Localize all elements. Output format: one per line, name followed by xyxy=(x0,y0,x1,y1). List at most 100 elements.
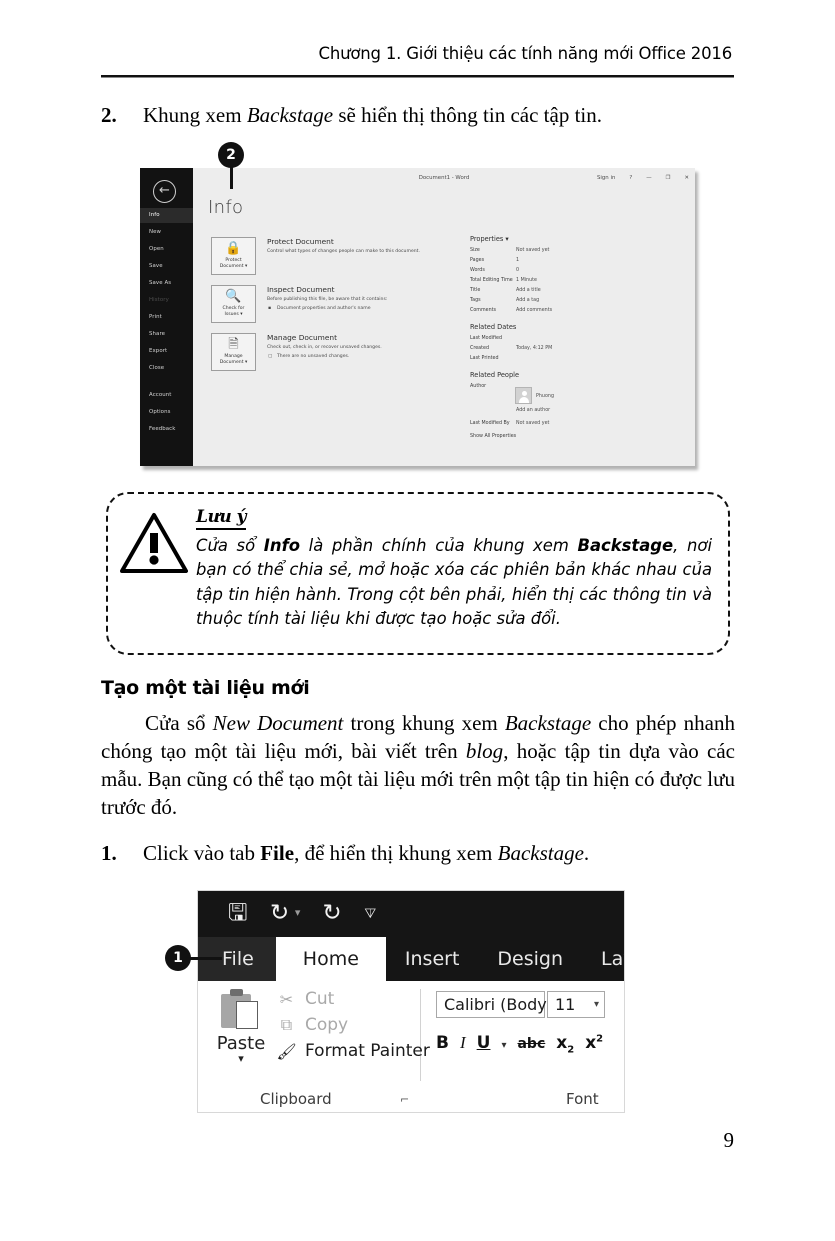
property-label-words: Words xyxy=(470,268,485,273)
tab-design[interactable]: Design xyxy=(478,937,582,981)
last-modified-by-label: Last Modified By xyxy=(470,421,510,426)
customize-qat-icon[interactable]: ⩥ xyxy=(355,907,383,918)
sidebar-item-print[interactable]: Print xyxy=(140,310,193,325)
tab-layout[interactable]: Layout xyxy=(582,937,624,981)
sidebar-item-info[interactable]: Info xyxy=(140,208,193,223)
note-emphasis-backstage: Backstage xyxy=(577,536,674,555)
emphasis-backstage-3: Backstage xyxy=(497,841,584,865)
format-painter-button[interactable]: 🖌 Format Painter xyxy=(276,1041,429,1061)
tab-home[interactable]: Home xyxy=(275,937,386,981)
list-item-text: Khung xem Backstage sẽ hiển thị thông ti… xyxy=(143,103,602,127)
show-all-properties-link[interactable]: Show All Properties xyxy=(470,434,516,439)
property-value-size: Not saved yet xyxy=(516,248,550,253)
property-value-title[interactable]: Add a title xyxy=(516,288,541,293)
property-value-tags[interactable]: Add a tag xyxy=(516,298,539,303)
callout-badge-2-label: 2 xyxy=(226,147,236,163)
page-header: Chương 1. Giới thiệu các tính năng mới O… xyxy=(101,44,734,63)
scissors-icon: ✂ xyxy=(279,989,294,1009)
bold-button[interactable]: B xyxy=(436,1033,449,1053)
back-arrow-icon[interactable]: ← xyxy=(153,180,176,203)
properties-heading[interactable]: Properties ▾ xyxy=(470,235,509,243)
manage-document-desc: Check out, check in, or recover unsaved … xyxy=(267,345,382,350)
manage-document-button[interactable]: 🗎 Manage Document ▾ xyxy=(211,333,256,371)
paste-label: Paste xyxy=(216,1033,266,1054)
tab-insert[interactable]: Insert xyxy=(386,937,479,981)
sidebar-item-options[interactable]: Options xyxy=(140,405,193,420)
check-for-issues-button[interactable]: 🔍 Check for Issues ▾ xyxy=(211,285,256,323)
clipboard-dialog-launcher-icon[interactable]: ⌐ xyxy=(400,1093,409,1106)
protect-document-title: Protect Document xyxy=(267,237,334,246)
paste-button[interactable]: Paste ▾ xyxy=(210,989,272,1065)
sidebar-item-share[interactable]: Share xyxy=(140,327,193,342)
callout-badge-2: 2 xyxy=(218,142,244,189)
inspect-document-title: Inspect Document xyxy=(267,285,335,294)
section-paragraph: Cửa sổ New Document trong khung xem Back… xyxy=(101,711,735,819)
author-label: Author xyxy=(470,384,487,389)
italic-button[interactable]: I xyxy=(460,1033,466,1053)
related-people-heading: Related People xyxy=(470,371,520,379)
redo-icon[interactable]: ↻ xyxy=(322,899,341,927)
strikethrough-button[interactable]: abc xyxy=(517,1036,545,1052)
sidebar-item-account[interactable]: Account xyxy=(140,388,193,403)
sidebar-item-new[interactable]: New xyxy=(140,225,193,240)
add-an-author-button[interactable]: Add an author xyxy=(516,408,550,413)
sidebar-item-export[interactable]: Export xyxy=(140,344,193,359)
callout-badge-1-label: 1 xyxy=(173,950,183,966)
figure-ribbon-screenshot: 🖫 ↺ ▾ ↻ ⩥ File Home Insert Design Layout… xyxy=(197,890,625,1113)
page-header-text: Chương 1. Giới thiệu các tính năng mới O… xyxy=(318,44,733,63)
header-divider xyxy=(101,75,734,78)
emphasis-new-document: New Document xyxy=(212,711,344,735)
help-icon[interactable]: ? xyxy=(629,170,632,186)
property-value-comments[interactable]: Add comments xyxy=(516,308,552,313)
undo-icon[interactable]: ↺ xyxy=(270,899,289,927)
emphasis-blog: blog xyxy=(465,738,504,763)
inspect-document-desc: Before publishing this file, be aware th… xyxy=(267,297,388,302)
backstage-heading: Info xyxy=(208,197,244,218)
unsaved-changes-icon: ▢ xyxy=(268,354,273,359)
font-size-combobox[interactable]: 11 ▾ xyxy=(547,991,605,1018)
property-label-tags: Tags xyxy=(470,298,481,303)
list-item: 2. Khung xem Backstage sẽ hiển thị thông… xyxy=(101,101,734,129)
property-label-title: Title xyxy=(470,288,481,293)
underline-button[interactable]: U xyxy=(477,1033,491,1053)
lock-icon: 🔒 xyxy=(225,241,242,256)
font-size-value: 11 xyxy=(555,995,576,1014)
sidebar-item-open[interactable]: Open xyxy=(140,242,193,257)
emphasis-backstage: Backstage xyxy=(246,103,334,127)
property-value-editing-time: 1 Minute xyxy=(516,278,537,283)
note-title: Lưu ý xyxy=(196,507,246,530)
protect-document-button[interactable]: 🔒 Protect Document ▾ xyxy=(211,237,256,275)
callout-stem xyxy=(230,167,233,189)
related-date-value-created: Today, 4:12 PM xyxy=(516,346,553,351)
protect-document-card-label: Protect Document ▾ xyxy=(219,258,248,270)
close-icon[interactable]: ✕ xyxy=(684,170,689,186)
font-name-combobox[interactable]: Calibri (Body) ▾ xyxy=(436,991,564,1018)
superscript-button[interactable]: x2 xyxy=(585,1033,603,1053)
cut-button: ✂ Cut xyxy=(276,989,335,1009)
font-name-value: Calibri (Body) xyxy=(444,995,554,1014)
list-item-text: Click vào tab File, để hiển thị khung xe… xyxy=(143,841,590,865)
ribbon-content: Paste ▾ ✂ Cut ⧉ Copy 🖌 Format Painter Cl… xyxy=(198,981,624,1112)
save-icon[interactable]: 🖫 xyxy=(228,899,248,927)
sidebar-item-save-as[interactable]: Save As xyxy=(140,276,193,291)
underline-dropdown-icon[interactable]: ▾ xyxy=(501,1040,506,1051)
emphasis-backstage-2: Backstage xyxy=(504,711,592,735)
maximize-icon[interactable]: ❐ xyxy=(666,170,671,186)
subscript-button[interactable]: x2 xyxy=(556,1033,574,1055)
undo-dropdown-icon[interactable]: ▾ xyxy=(295,899,301,927)
property-value-pages: 1 xyxy=(516,258,520,263)
manage-document-bullet: There are no unsaved changes. xyxy=(277,354,350,359)
copy-icon: ⧉ xyxy=(280,1015,293,1034)
copy-label: Copy xyxy=(305,1015,349,1035)
sidebar-item-save[interactable]: Save xyxy=(140,259,193,274)
related-date-label-last-printed: Last Printed xyxy=(470,356,499,361)
sidebar-item-feedback[interactable]: Feedback xyxy=(140,422,193,437)
related-dates-heading: Related Dates xyxy=(470,323,517,331)
magnifier-document-icon: 🔍 xyxy=(225,289,242,304)
sign-in-button[interactable]: Sign in xyxy=(597,170,615,186)
emphasis-file: File xyxy=(260,841,295,865)
minimize-icon[interactable]: — xyxy=(646,170,651,186)
sidebar-item-close[interactable]: Close xyxy=(140,361,193,376)
list-item: 1. Click vào tab File, để hiển thị khung… xyxy=(101,839,741,867)
inspect-document-bullet: Document properties and author's name xyxy=(277,306,371,311)
